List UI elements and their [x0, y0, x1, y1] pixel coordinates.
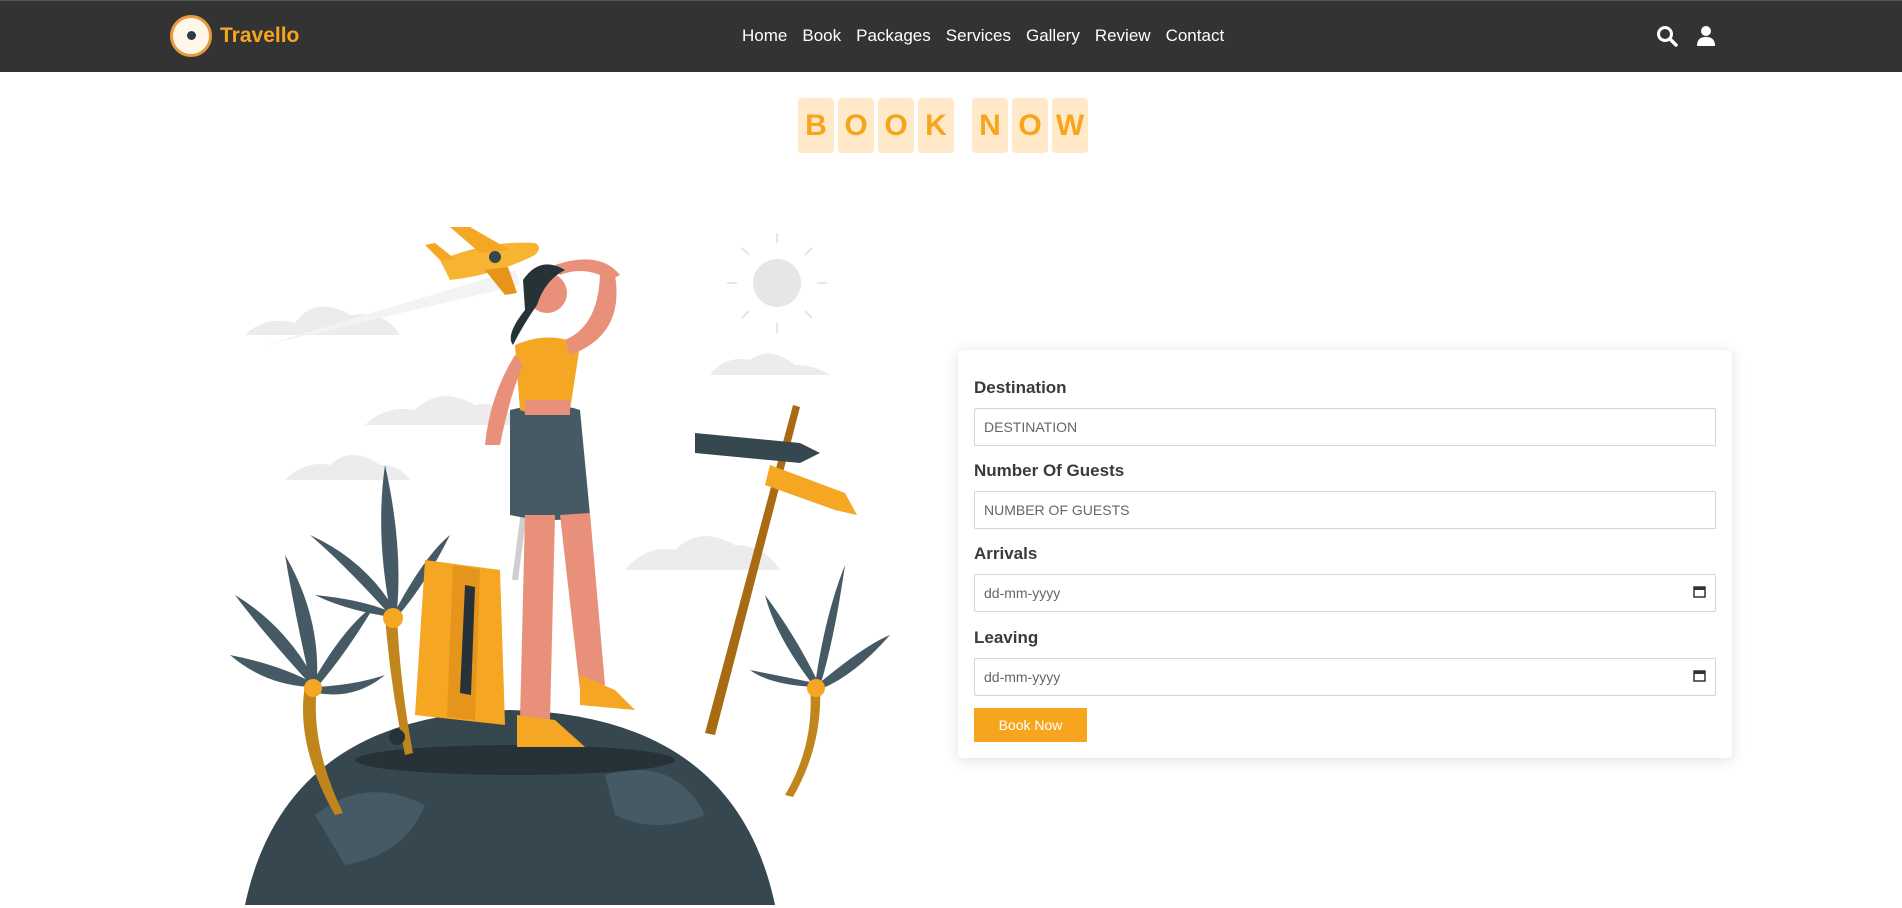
section-heading: B O O K N O W — [798, 98, 1092, 153]
heading-letter: B — [798, 98, 834, 153]
destination-input[interactable]: DESTINATION — [974, 408, 1716, 446]
arrivals-field-group: Arrivals dd-mm-yyyy — [974, 544, 1716, 612]
nav-icons — [1656, 25, 1716, 47]
navbar: Travello Home Book Packages Services Gal… — [0, 0, 1902, 72]
leaving-date-input[interactable]: dd-mm-yyyy — [974, 658, 1716, 696]
guests-input[interactable]: NUMBER OF GUESTS — [974, 491, 1716, 529]
nav-link-review[interactable]: Review — [1095, 26, 1151, 46]
traveler-woman — [485, 259, 635, 747]
leaving-label: Leaving — [974, 628, 1039, 647]
brand-logo[interactable]: Travello — [170, 15, 299, 57]
search-icon[interactable] — [1656, 25, 1678, 47]
leaving-date-value: dd-mm-yyyy — [984, 669, 1061, 685]
palm-tree — [750, 565, 890, 797]
booking-form: Destination DESTINATION Number Of Guests… — [958, 350, 1732, 758]
nav-link-book[interactable]: Book — [802, 26, 841, 46]
calendar-icon[interactable] — [1693, 585, 1706, 601]
book-now-button[interactable]: Book Now — [974, 708, 1087, 742]
brand-name: Travello — [220, 24, 300, 47]
traveler-illustration — [230, 227, 890, 905]
heading-letter: N — [972, 98, 1008, 153]
arrivals-date-value: dd-mm-yyyy — [984, 585, 1061, 601]
main-nav: Home Book Packages Services Gallery Revi… — [742, 26, 1224, 46]
arrivals-date-input[interactable]: dd-mm-yyyy — [974, 574, 1716, 612]
nav-link-home[interactable]: Home — [742, 26, 787, 46]
nav-link-services[interactable]: Services — [946, 26, 1011, 46]
leaving-field-group: Leaving dd-mm-yyyy — [974, 628, 1716, 696]
logo-mark-icon — [170, 15, 212, 57]
nav-link-packages[interactable]: Packages — [856, 26, 931, 46]
nav-link-contact[interactable]: Contact — [1166, 26, 1225, 46]
heading-letter: K — [918, 98, 954, 153]
calendar-icon[interactable] — [1693, 669, 1706, 685]
guests-label: Number Of Guests — [974, 461, 1125, 480]
guests-field-group: Number Of Guests NUMBER OF GUESTS — [974, 461, 1716, 529]
nav-link-gallery[interactable]: Gallery — [1026, 26, 1080, 46]
heading-letter: W — [1052, 98, 1088, 153]
destination-label: Destination — [974, 378, 1067, 397]
heading-letter: O — [838, 98, 874, 153]
heading-letter: O — [878, 98, 914, 153]
heading-letter: O — [1012, 98, 1048, 153]
sun-icon — [727, 233, 827, 333]
arrivals-label: Arrivals — [974, 544, 1038, 563]
user-icon[interactable] — [1696, 25, 1716, 47]
destination-field-group: Destination DESTINATION — [974, 378, 1716, 446]
